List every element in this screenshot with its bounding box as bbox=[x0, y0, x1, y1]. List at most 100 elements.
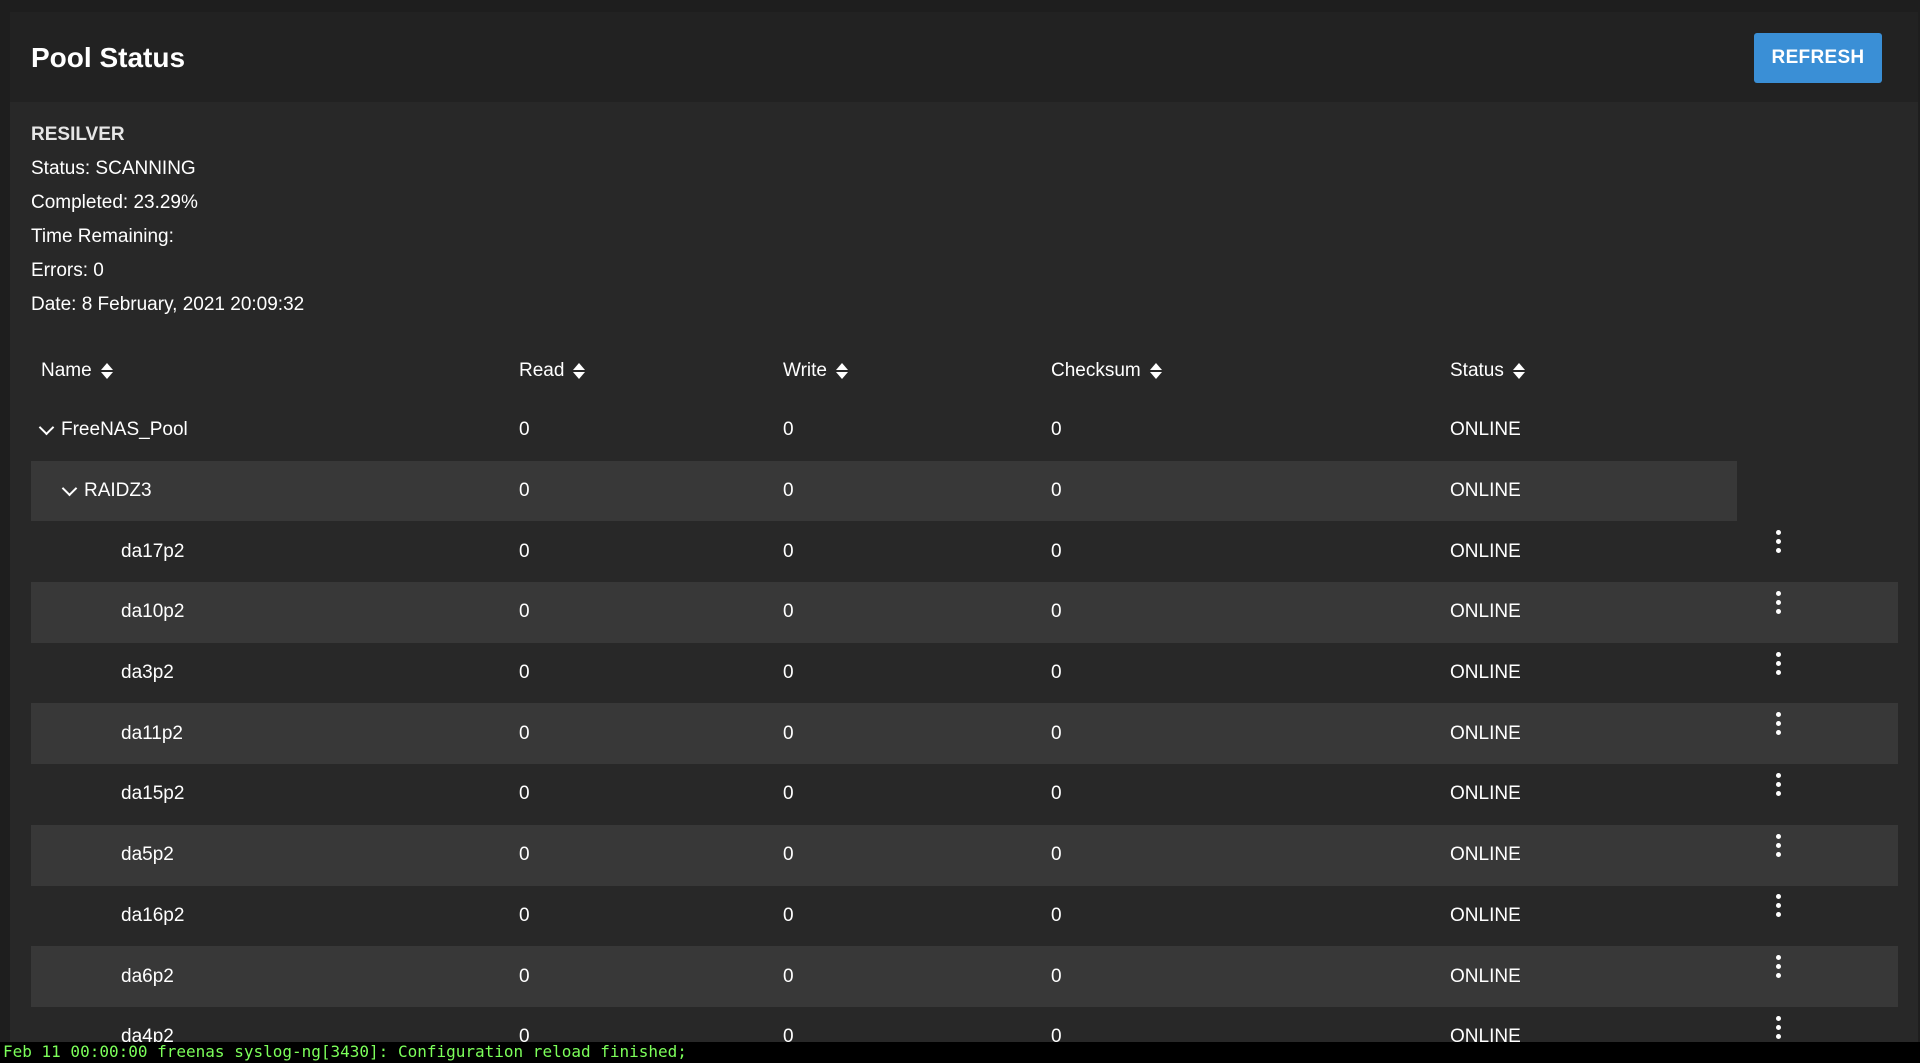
page-title: Pool Status bbox=[31, 42, 186, 73]
cell-write: 0 bbox=[783, 783, 794, 805]
row-actions bbox=[1763, 886, 1793, 947]
cell-read: 0 bbox=[519, 844, 530, 866]
scan-errors: Errors: 0 bbox=[31, 260, 104, 281]
more-vert-icon[interactable] bbox=[1775, 772, 1781, 796]
cell-write: 0 bbox=[783, 904, 794, 926]
console-message: Feb 11 00:00:00 freenas syslog-ng[3430]:… bbox=[3, 1042, 687, 1061]
cell-read: 0 bbox=[519, 601, 530, 623]
cell-status: ONLINE bbox=[1450, 965, 1521, 987]
table-row-pool[interactable]: FreeNAS_Pool 0 0 0 ONLINE bbox=[31, 400, 1898, 461]
table-row-disk[interactable]: da11p2 0 0 0 ONLINE bbox=[31, 703, 1898, 765]
more-vert-icon[interactable] bbox=[1775, 712, 1781, 736]
cell-write: 0 bbox=[783, 480, 794, 502]
more-vert-icon[interactable] bbox=[1775, 894, 1781, 918]
column-header-name[interactable]: Name bbox=[41, 360, 113, 382]
card-header: Pool Status REFRESH bbox=[10, 12, 1918, 102]
row-actions bbox=[1763, 946, 1793, 1007]
cell-checksum: 0 bbox=[1051, 419, 1062, 441]
column-header-checksum-label: Checksum bbox=[1051, 360, 1141, 381]
column-header-write-label: Write bbox=[783, 360, 827, 381]
cell-status: ONLINE bbox=[1450, 540, 1521, 562]
more-vert-icon[interactable] bbox=[1775, 590, 1781, 614]
refresh-button[interactable]: REFRESH bbox=[1754, 33, 1882, 83]
sort-icon bbox=[1149, 363, 1162, 379]
cell-write: 0 bbox=[783, 965, 794, 987]
cell-checksum: 0 bbox=[1051, 1026, 1062, 1042]
more-vert-icon[interactable] bbox=[1775, 530, 1781, 554]
cell-write: 0 bbox=[783, 540, 794, 562]
cell-write: 0 bbox=[783, 419, 794, 441]
cell-name: da10p2 bbox=[121, 601, 185, 623]
row-actions bbox=[1763, 521, 1793, 582]
cell-read: 0 bbox=[519, 480, 530, 502]
cell-status: ONLINE bbox=[1450, 419, 1521, 441]
row-actions bbox=[1763, 764, 1793, 825]
more-vert-icon[interactable] bbox=[1775, 833, 1781, 857]
sort-icon bbox=[573, 363, 586, 379]
cell-write: 0 bbox=[783, 662, 794, 684]
table-row-vdev[interactable]: RAIDZ3 0 0 0 ONLINE bbox=[31, 460, 1898, 522]
cell-status: ONLINE bbox=[1450, 480, 1521, 502]
cell-status: ONLINE bbox=[1450, 783, 1521, 805]
table-row-disk[interactable]: da17p2 0 0 0 ONLINE bbox=[31, 521, 1898, 582]
cell-checksum: 0 bbox=[1051, 480, 1062, 502]
cell-name: da4p2 bbox=[121, 1026, 174, 1042]
row-actions bbox=[1763, 1007, 1793, 1042]
cell-status: ONLINE bbox=[1450, 722, 1521, 744]
cell-read: 0 bbox=[519, 662, 530, 684]
row-actions bbox=[1763, 582, 1793, 643]
cell-checksum: 0 bbox=[1051, 904, 1062, 926]
scan-completed: Completed: 23.29% bbox=[31, 192, 198, 213]
console-bar: Feb 11 00:00:00 freenas syslog-ng[3430]:… bbox=[0, 1042, 1920, 1063]
table-row-disk[interactable]: da5p2 0 0 0 ONLINE bbox=[31, 824, 1898, 886]
cell-name: da15p2 bbox=[121, 783, 185, 805]
table-row-disk[interactable]: da16p2 0 0 0 ONLINE bbox=[31, 886, 1898, 947]
column-header-write[interactable]: Write bbox=[783, 360, 848, 382]
table-row-disk[interactable]: da3p2 0 0 0 ONLINE bbox=[31, 643, 1898, 704]
sort-icon bbox=[100, 363, 113, 379]
row-name: FreeNAS_Pool bbox=[61, 419, 188, 441]
column-header-read[interactable]: Read bbox=[519, 360, 586, 382]
cell-name: da3p2 bbox=[121, 662, 174, 684]
row-actions bbox=[1763, 643, 1793, 704]
cell-write: 0 bbox=[783, 722, 794, 744]
more-vert-icon[interactable] bbox=[1775, 1015, 1781, 1039]
cell-checksum: 0 bbox=[1051, 722, 1062, 744]
cell-name: RAIDZ3 bbox=[41, 461, 152, 522]
cell-read: 0 bbox=[519, 965, 530, 987]
sort-icon bbox=[1512, 363, 1525, 379]
more-vert-icon[interactable] bbox=[1775, 651, 1781, 675]
table-row-disk[interactable]: da15p2 0 0 0 ONLINE bbox=[31, 764, 1898, 825]
cell-status: ONLINE bbox=[1450, 662, 1521, 684]
cell-checksum: 0 bbox=[1051, 783, 1062, 805]
cell-checksum: 0 bbox=[1051, 662, 1062, 684]
cell-checksum: 0 bbox=[1051, 601, 1062, 623]
pool-table: Name Read Write Checksum Status FreeNAS_… bbox=[31, 340, 1898, 1042]
cell-name: da16p2 bbox=[121, 904, 185, 926]
column-header-checksum[interactable]: Checksum bbox=[1051, 360, 1162, 382]
cell-status: ONLINE bbox=[1450, 844, 1521, 866]
column-header-read-label: Read bbox=[519, 360, 565, 381]
table-row-disk[interactable]: da4p2 0 0 0 ONLINE bbox=[31, 1007, 1898, 1042]
cell-status: ONLINE bbox=[1450, 601, 1521, 623]
cell-read: 0 bbox=[519, 540, 530, 562]
cell-read: 0 bbox=[519, 419, 530, 441]
table-header: Name Read Write Checksum Status bbox=[31, 340, 1898, 400]
row-actions bbox=[1763, 703, 1793, 764]
column-header-name-label: Name bbox=[41, 360, 92, 381]
cell-checksum: 0 bbox=[1051, 965, 1062, 987]
cell-read: 0 bbox=[519, 722, 530, 744]
chevron-down-icon[interactable] bbox=[38, 419, 55, 436]
cell-name: FreeNAS_Pool bbox=[38, 400, 188, 461]
column-header-status[interactable]: Status bbox=[1450, 360, 1525, 382]
row-name: RAIDZ3 bbox=[84, 480, 152, 502]
cell-read: 0 bbox=[519, 1026, 530, 1042]
scan-time-remaining: Time Remaining: bbox=[31, 226, 174, 247]
chevron-down-icon[interactable] bbox=[61, 480, 78, 496]
cell-checksum: 0 bbox=[1051, 844, 1062, 866]
table-row-disk[interactable]: da10p2 0 0 0 ONLINE bbox=[31, 582, 1898, 643]
scan-heading: RESILVER bbox=[31, 124, 125, 145]
table-row-disk[interactable]: da6p2 0 0 0 ONLINE bbox=[31, 946, 1898, 1007]
cell-status: ONLINE bbox=[1450, 904, 1521, 926]
more-vert-icon[interactable] bbox=[1775, 955, 1781, 979]
